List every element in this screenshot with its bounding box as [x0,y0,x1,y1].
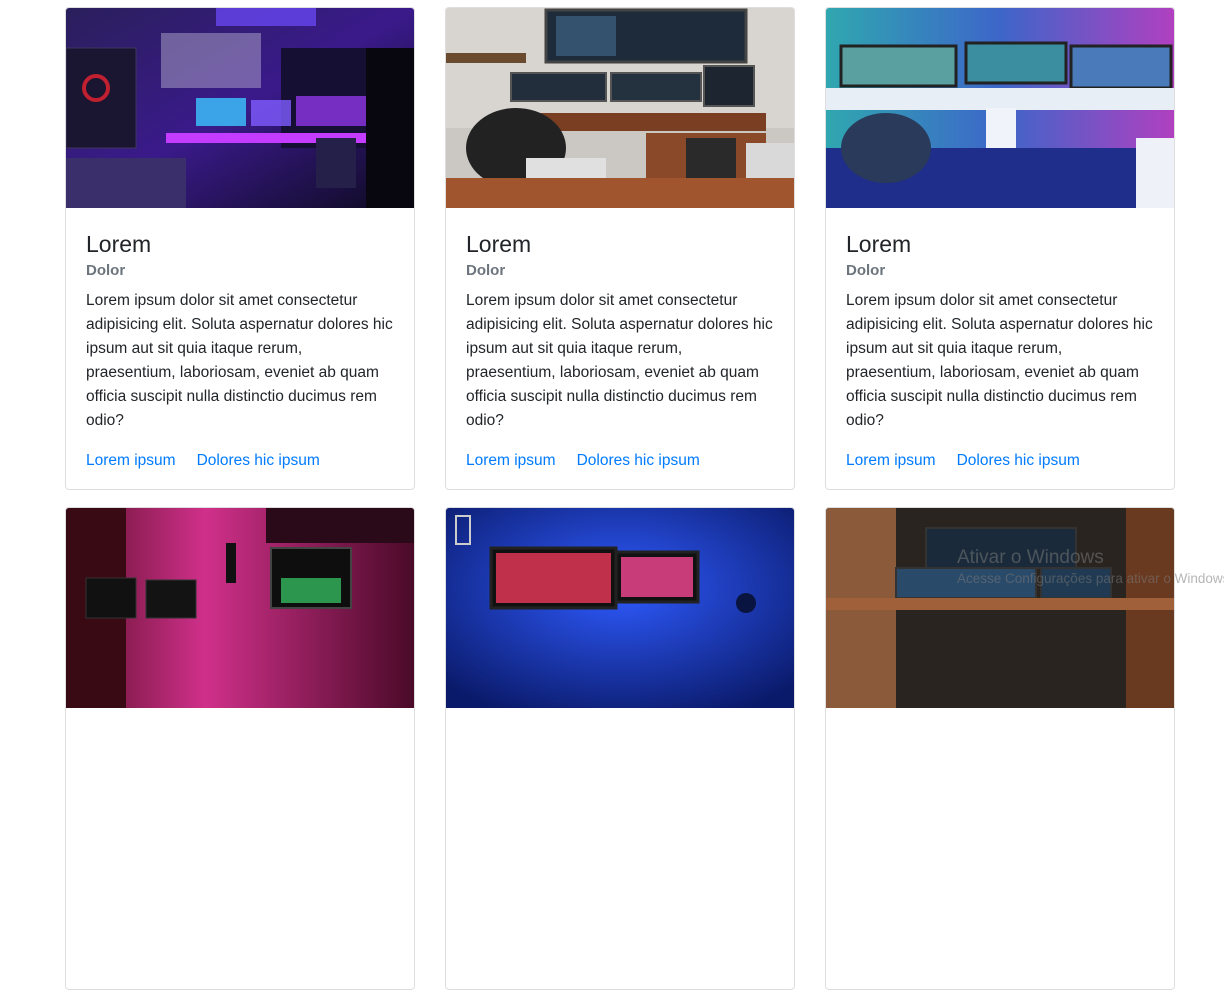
card-link-primary[interactable]: Lorem ipsum [86,452,176,469]
card-link-primary[interactable]: Lorem ipsum [846,452,936,469]
card-link-primary[interactable]: Lorem ipsum [466,452,556,469]
card-text: Lorem ipsum dolor sit amet consectetur a… [86,292,393,429]
card-image-pink-rgb-setup [66,508,414,708]
card-title: Lorem [846,231,912,257]
card-links: Lorem ipsum Dolores hic ipsum [86,449,394,473]
card [65,507,415,990]
card-link-secondary[interactable]: Dolores hic ipsum [957,452,1080,469]
card-link-secondary[interactable]: Dolores hic ipsum [577,452,700,469]
card: Lorem Dolor Lorem ipsum dolor sit amet c… [65,7,415,490]
card-title: Lorem [86,231,152,257]
card: Lorem Dolor Lorem ipsum dolor sit amet c… [825,7,1175,490]
card-text: Lorem ipsum dolor sit amet consectetur a… [466,292,773,429]
card-links: Lorem ipsum Dolores hic ipsum [846,449,1154,473]
card-title: Lorem [466,231,532,257]
card-image-gaming-room-purple-neon [66,8,414,208]
card-image-dark-desk-warm-light [826,508,1174,708]
card [825,507,1175,990]
card-subtitle: Dolor [86,262,126,279]
card-links: Lorem ipsum Dolores hic ipsum [466,449,774,473]
card-grid: Lorem Dolor Lorem ipsum dolor sit amet c… [65,7,1175,990]
card-image-blue-neon-dual-monitor [446,508,794,708]
card-image-white-corner-desk-blue-rgb [826,8,1174,208]
card: Lorem Dolor Lorem ipsum dolor sit amet c… [445,7,795,490]
card-link-secondary[interactable]: Dolores hic ipsum [197,452,320,469]
card-image-wooden-desk-multi-monitor [446,8,794,208]
card-subtitle: Dolor [466,262,506,279]
card [445,507,795,990]
card-subtitle: Dolor [846,262,886,279]
card-text: Lorem ipsum dolor sit amet consectetur a… [846,292,1153,429]
